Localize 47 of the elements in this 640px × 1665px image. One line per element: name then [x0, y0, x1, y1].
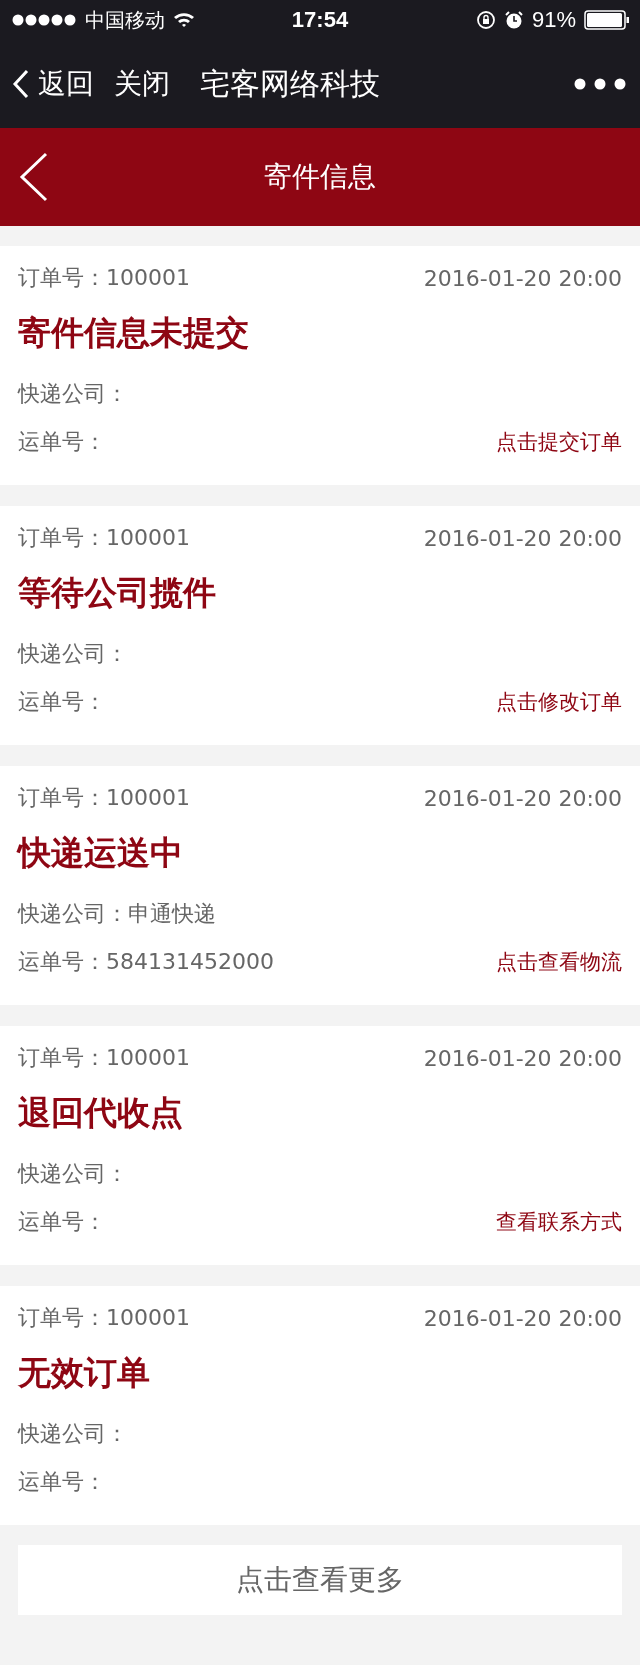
rotation-lock-icon — [475, 10, 496, 30]
order-action-link[interactable]: 点击修改订单 — [496, 688, 622, 716]
close-button[interactable]: 关闭 — [114, 65, 170, 103]
order-time: 2016-01-20 20:00 — [423, 785, 622, 811]
order-time: 2016-01-20 20:00 — [423, 1305, 622, 1331]
courier-label: 快递公司： — [18, 640, 128, 668]
order-time: 2016-01-20 20:00 — [423, 525, 622, 551]
page-title: 宅客网络科技 — [200, 64, 380, 103]
order-number: 订单号：100001 — [18, 524, 190, 552]
more-icon[interactable] — [574, 78, 626, 90]
order-status: 快递运送中 — [18, 831, 184, 874]
alarm-icon — [503, 10, 524, 30]
order-status: 退回代收点 — [18, 1091, 184, 1134]
carrier-name: 中国移动 — [85, 6, 165, 34]
courier-label: 快递公司： — [18, 900, 128, 928]
battery-percent: 91% — [531, 7, 576, 33]
order-number: 订单号：100001 — [18, 264, 190, 292]
waybill-label: 运单号： — [18, 1208, 106, 1236]
order-number: 订单号：100001 — [18, 1304, 190, 1332]
wifi-icon — [173, 12, 195, 28]
order-action-link[interactable]: 点击查看物流 — [496, 948, 622, 976]
order-status: 无效订单 — [18, 1351, 151, 1394]
waybill-number: 584131452000 — [106, 949, 274, 974]
signal-icon — [12, 14, 77, 26]
header-title: 寄件信息 — [264, 159, 376, 195]
clock-time: 17:54 — [291, 7, 349, 33]
order-time: 2016-01-20 20:00 — [423, 1045, 622, 1071]
courier-name: 申通快递 — [128, 900, 216, 928]
order-number: 订单号：100001 — [18, 784, 190, 812]
back-icon[interactable] — [19, 152, 49, 202]
order-status: 寄件信息未提交 — [18, 311, 250, 354]
chevron-icon — [12, 69, 30, 99]
order-action-link[interactable]: 点击提交订单 — [496, 428, 622, 456]
order-number: 订单号：100001 — [18, 1044, 190, 1072]
order-action-link[interactable]: 查看联系方式 — [496, 1208, 622, 1236]
waybill-label: 运单号： — [18, 688, 106, 716]
order-status: 等待公司揽件 — [18, 571, 217, 614]
courier-label: 快递公司： — [18, 380, 128, 408]
battery-icon — [584, 10, 630, 30]
waybill-label: 运单号： — [18, 948, 106, 976]
order-time: 2016-01-20 20:00 — [423, 265, 622, 291]
courier-label: 快递公司： — [18, 1160, 128, 1188]
load-more-button[interactable]: 点击查看更多 — [18, 1545, 622, 1615]
courier-label: 快递公司： — [18, 1420, 128, 1448]
waybill-label: 运单号： — [18, 428, 106, 456]
back-button[interactable]: 返回 — [12, 65, 94, 103]
waybill-label: 运单号： — [18, 1468, 106, 1496]
